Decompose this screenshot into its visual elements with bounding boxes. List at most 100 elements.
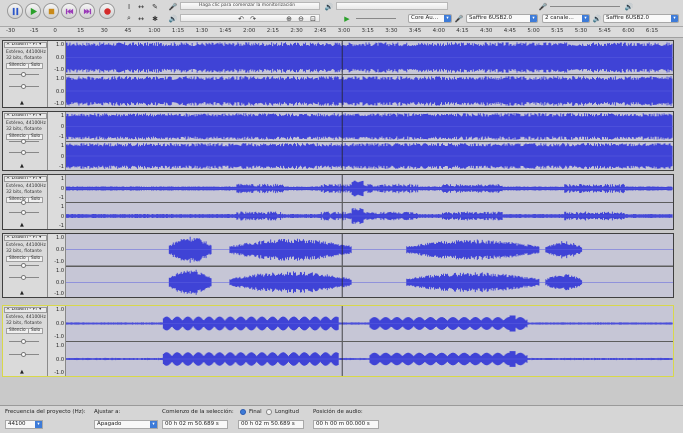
project-rate-select[interactable]: 44100 ▾ (5, 420, 43, 429)
solo-button[interactable]: Solo (28, 328, 44, 334)
record-device-select[interactable]: Saffire 6USB2.0 ▾ (466, 14, 538, 23)
waveform[interactable] (66, 234, 673, 266)
audio-track[interactable]: ✕ Dssem - Pr ▾ Estéreo, 44100Hz 32 bits,… (2, 233, 674, 298)
channel-left[interactable] (66, 175, 673, 202)
audio-track[interactable]: ✕ Dssem - Pr ▾ Estéreo, 44100Hz 32 bits,… (2, 305, 674, 377)
track-name-menu[interactable]: ✕ Dssem - Pr ▾ (4, 235, 47, 241)
channel-left[interactable] (66, 306, 673, 341)
solo-button[interactable]: Solo (28, 134, 44, 140)
amplitude-scale[interactable]: 1 0 -1 1 0 -1 (48, 175, 66, 229)
channel-left[interactable] (66, 112, 673, 141)
waveform[interactable] (66, 342, 673, 376)
amplitude-scale[interactable]: 1.0 0.0 -1.0 1.0 0.0 -1.0 (48, 234, 66, 297)
selection-tool-icon[interactable]: I (124, 2, 134, 11)
input-level-slider[interactable] (550, 6, 620, 7)
microphone-icon[interactable]: 🎤 (168, 2, 178, 11)
pan-slider-thumb[interactable] (21, 149, 26, 155)
gain-slider-thumb[interactable] (21, 71, 26, 77)
channel-right[interactable] (66, 75, 673, 107)
channel-right[interactable] (66, 266, 673, 298)
channel-right[interactable] (66, 142, 673, 170)
undo-icon[interactable]: ↶ (236, 14, 246, 23)
channel-left[interactable] (66, 234, 673, 266)
waveform[interactable] (66, 203, 673, 229)
fit-selection-icon[interactable]: ⊡ (308, 14, 318, 23)
track-name-menu[interactable]: ✕ Dssem - Pr ▾ (4, 113, 47, 119)
amplitude-scale[interactable]: 1.0 0.0 -1.0 1.0 0.0 -1.0 (48, 306, 66, 376)
multi-tool-icon[interactable]: ✱ (150, 14, 160, 23)
length-radio[interactable] (266, 409, 272, 415)
solo-button[interactable]: Solo (28, 63, 44, 69)
zoom-out-icon[interactable]: ⊖ (296, 14, 306, 23)
play-button[interactable] (25, 3, 41, 19)
skip-end-button[interactable] (79, 3, 95, 19)
track-name-menu[interactable]: ✕ Dssem - Pr ▾ (4, 307, 47, 313)
playback-speaker-icon[interactable]: 🔊 (324, 2, 334, 11)
end-radio[interactable] (240, 409, 246, 415)
amplitude-scale[interactable]: 1.0 0.0 -1.0 1.0 0.0 -1.0 (48, 41, 66, 107)
record-button[interactable] (99, 3, 115, 19)
record-meter[interactable]: Haga clic para comenzar la monitorizació… (180, 2, 320, 10)
collapse-icon[interactable]: ▲ (20, 369, 24, 375)
track-name-menu[interactable]: ✕ Dssem - Pr ▾ (4, 176, 47, 182)
record-channels-select[interactable]: 2 canale… ▾ (542, 14, 590, 23)
selection-start-field[interactable]: 00 h 02 m 50.689 s (162, 420, 228, 429)
waveform[interactable] (66, 41, 673, 74)
mute-button[interactable]: Silencio (6, 256, 29, 262)
redo-icon[interactable]: ↷ (248, 14, 258, 23)
solo-button[interactable]: Solo (28, 256, 44, 262)
playback-device-select[interactable]: Saffire 6USB2.0 ▾ (603, 14, 679, 23)
collapse-icon[interactable]: ▲ (20, 100, 24, 106)
close-icon[interactable]: ✕ (6, 43, 12, 47)
selection-end-field[interactable]: 00 h 02 m 50.689 s (238, 420, 304, 429)
pan-slider-thumb[interactable] (21, 274, 26, 280)
mute-button[interactable]: Silencio (6, 63, 29, 69)
scale-bottom: -1.0 (54, 67, 64, 73)
speaker-icon[interactable]: 🔊 (168, 14, 178, 23)
audio-track[interactable]: ✕ Dssem - Pr ▾ Estéreo, 44100Hz 32 bits,… (2, 40, 674, 108)
snap-select[interactable]: Apagado ▾ (94, 420, 158, 429)
gain-slider-thumb[interactable] (21, 199, 26, 205)
timeline-ruler[interactable]: -30 -15 0 15 30 45 1:00 1:15 1:30 1:45 2:00 2:15 2:3… (0, 27, 683, 38)
close-icon[interactable]: ✕ (6, 236, 12, 240)
audio-host-select[interactable]: Core Au… ▾ (408, 14, 452, 23)
channel-right[interactable] (66, 342, 673, 376)
play-speed-slider[interactable] (356, 18, 396, 19)
close-icon[interactable]: ✕ (6, 114, 12, 118)
draw-tool-icon[interactable]: ✎ (150, 2, 160, 11)
waveform[interactable] (66, 112, 673, 141)
zoom-tool-icon[interactable]: ⌕ (124, 14, 134, 23)
waveform[interactable] (66, 75, 673, 107)
waveform[interactable] (66, 142, 673, 170)
skip-start-button[interactable] (61, 3, 77, 19)
waveform[interactable] (66, 306, 673, 341)
play-at-speed-icon[interactable]: ▶ (342, 14, 352, 23)
amplitude-scale[interactable]: 1 0 -1 1 0 -1 (48, 112, 66, 170)
pan-slider-thumb[interactable] (21, 209, 26, 215)
collapse-icon[interactable]: ▲ (20, 222, 24, 228)
envelope-tool-icon[interactable]: ↔ (136, 2, 146, 11)
gain-slider-thumb[interactable] (21, 138, 26, 144)
audio-track[interactable]: ✕ Dssem - Pr ▾ Estéreo, 44100Hz 32 bits,… (2, 111, 674, 171)
gain-slider-thumb[interactable] (21, 263, 26, 269)
mute-button[interactable]: Silencio (6, 328, 29, 334)
channel-left[interactable] (66, 41, 673, 74)
waveform[interactable] (66, 266, 673, 298)
track-name-menu[interactable]: ✕ Dssem - Pr ▾ (4, 42, 47, 48)
waveform[interactable] (66, 175, 673, 202)
pan-slider-thumb[interactable] (21, 351, 26, 357)
output-meter[interactable] (336, 2, 448, 10)
close-icon[interactable]: ✕ (6, 177, 12, 181)
close-icon[interactable]: ✕ (6, 308, 12, 312)
pause-button[interactable] (7, 3, 23, 19)
timeshift-tool-icon[interactable]: ↔ (136, 14, 146, 23)
zoom-in-icon[interactable]: ⊕ (284, 14, 294, 23)
channel-right[interactable] (66, 203, 673, 229)
pan-slider-thumb[interactable] (21, 83, 26, 89)
audio-track[interactable]: ✕ Dssem - Pr ▾ Estéreo, 44100Hz 32 bits,… (2, 174, 674, 230)
gain-slider-thumb[interactable] (21, 338, 26, 344)
collapse-icon[interactable]: ▲ (20, 163, 24, 169)
collapse-icon[interactable]: ▲ (20, 290, 24, 296)
stop-button[interactable] (43, 3, 59, 19)
audio-position-field[interactable]: 00 h 00 m 00.000 s (313, 420, 379, 429)
